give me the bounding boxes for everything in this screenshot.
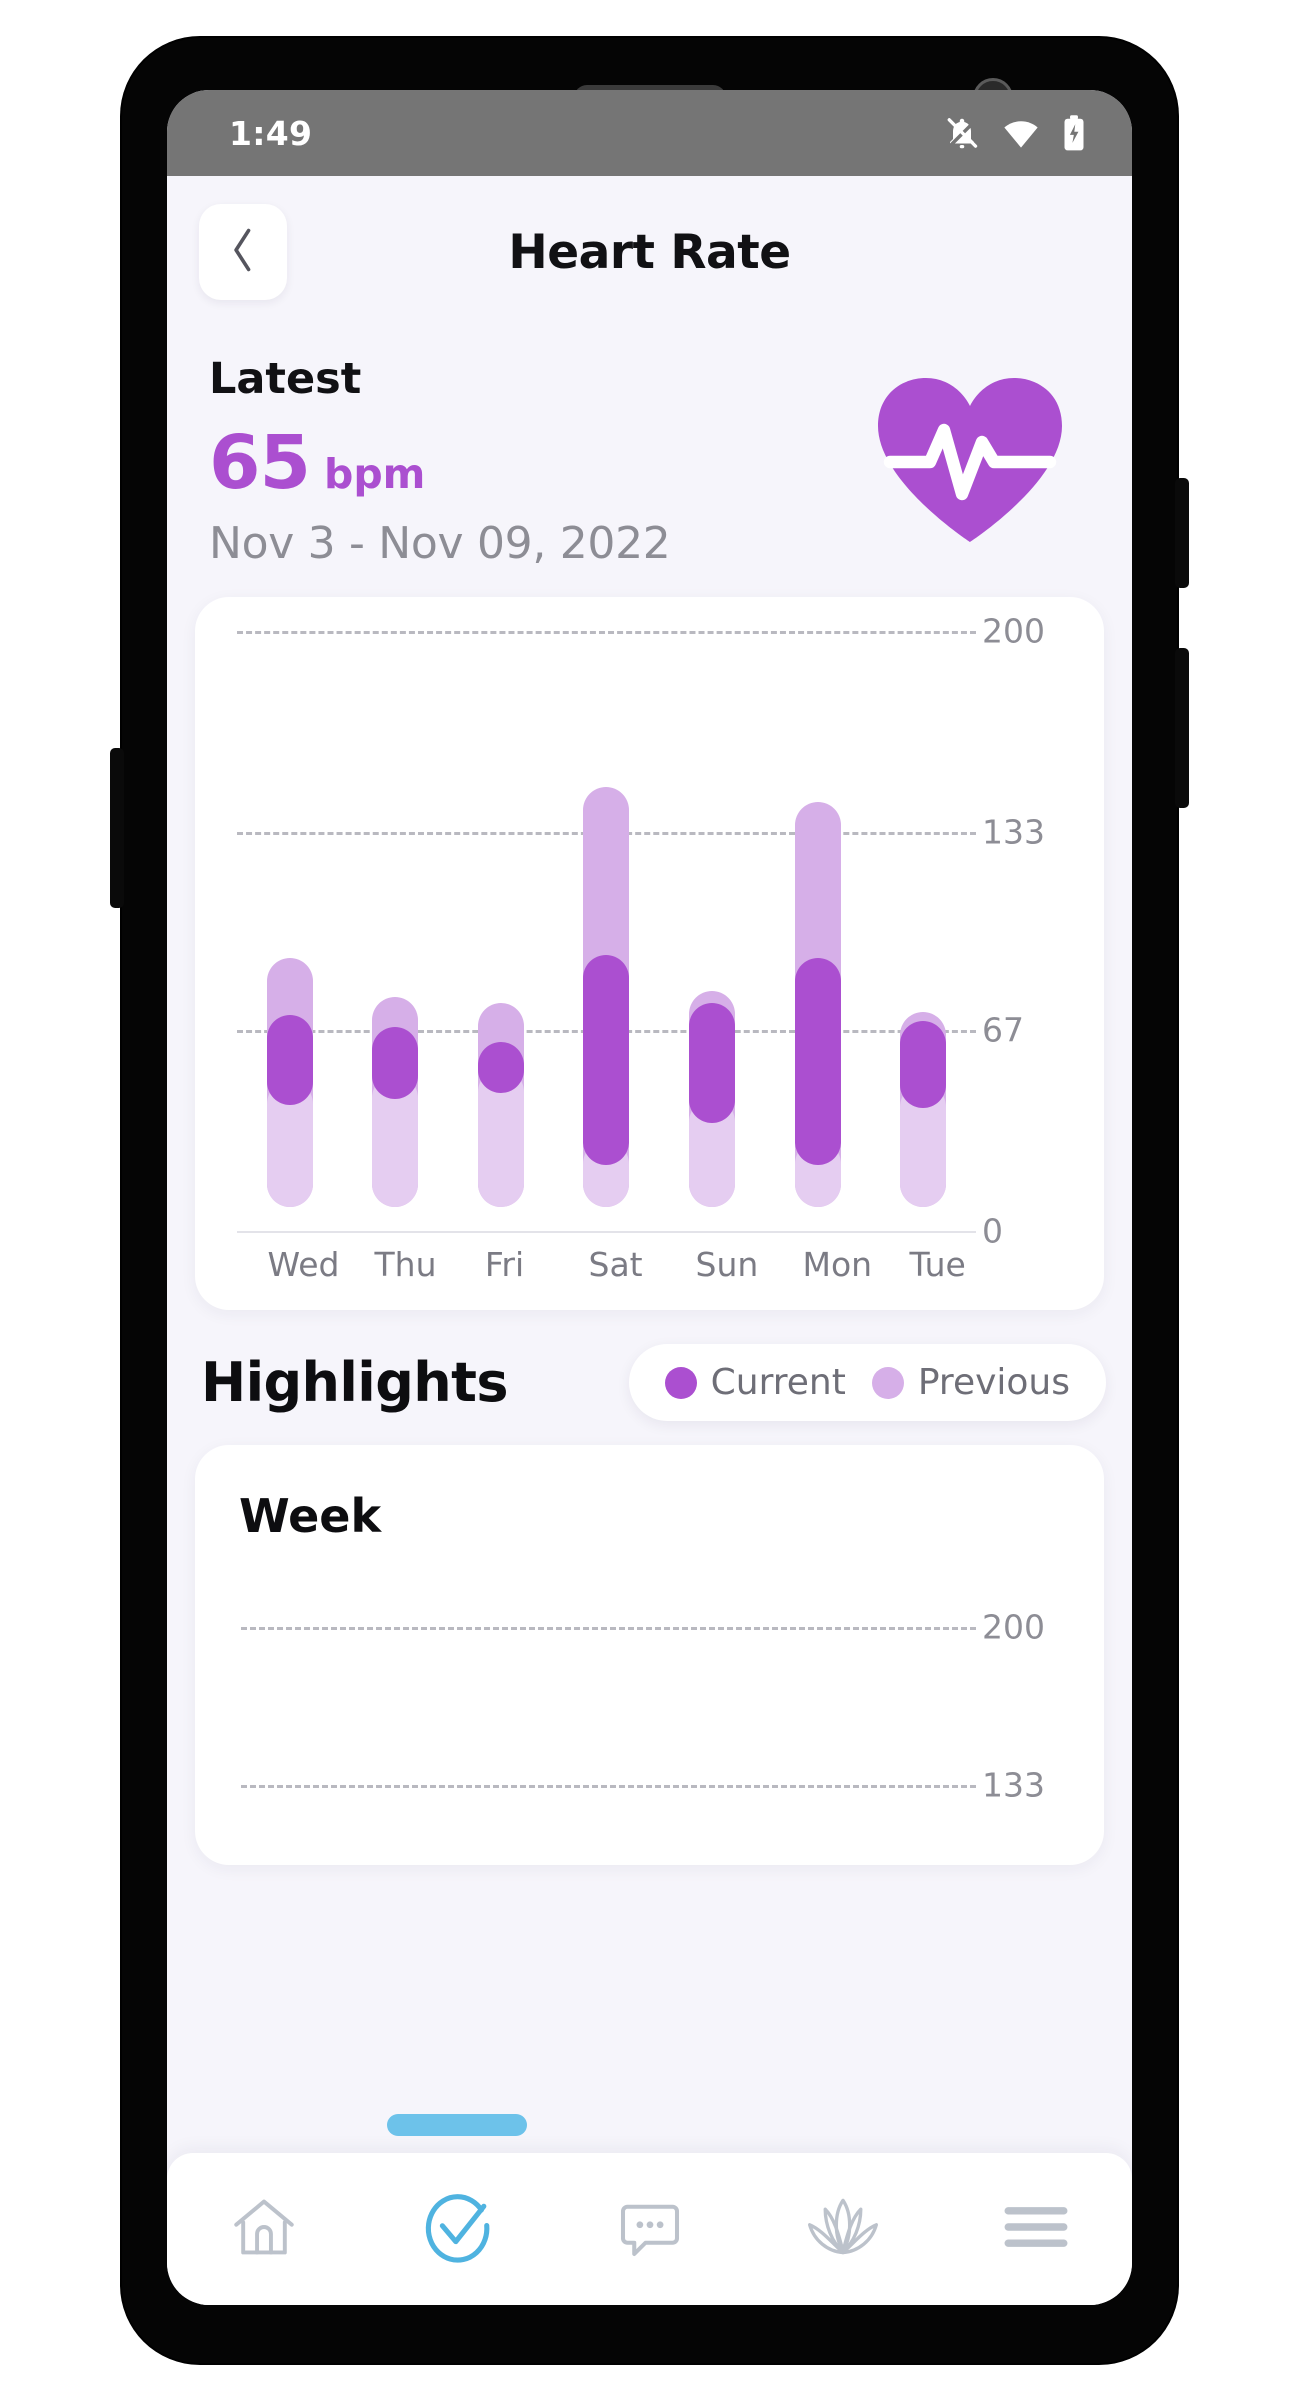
- week-gridline-label-133: 133: [982, 1765, 1045, 1805]
- legend-label-previous: Previous: [917, 1362, 1070, 1403]
- week-gridline-133: [241, 1785, 976, 1788]
- battery-charging-icon: [1062, 114, 1086, 152]
- week-gridline-label-200: 200: [982, 1607, 1045, 1647]
- legend-item-previous[interactable]: Previous: [871, 1362, 1070, 1403]
- gridline-label-67: 67: [982, 1010, 1024, 1050]
- page-title: Heart Rate: [508, 224, 791, 280]
- bar-group-fri[interactable]: [477, 631, 524, 1231]
- nav-item-mindfulness[interactable]: [778, 2190, 908, 2268]
- status-bar: 1:49: [167, 90, 1132, 176]
- x-label-mon: Mon: [802, 1245, 873, 1284]
- x-label-wed: Wed: [267, 1245, 340, 1284]
- lotus-icon: [803, 2190, 883, 2268]
- bar-current-tue: [900, 1021, 947, 1108]
- gridline-label-0: 0: [982, 1211, 1003, 1251]
- bar-group-tue[interactable]: [900, 631, 947, 1231]
- chart-plot-area: 200 133 67 0: [237, 612, 1052, 1251]
- gridline-label-200: 200: [982, 611, 1045, 651]
- latest-value: 65: [209, 420, 311, 506]
- phone-frame: 1:49 Heart Rate Latest 65 bpm Nov 3 - No…: [110, 38, 1189, 2363]
- chart-x-axis: Wed Thu Fri Sat Sun Mon Tue: [237, 1245, 986, 1284]
- bar-current-mon: [794, 958, 841, 1165]
- bar-current-wed: [266, 1015, 313, 1105]
- notifications-off-icon: [944, 115, 980, 151]
- home-icon: [227, 2190, 301, 2268]
- phone-left-button[interactable]: [110, 748, 124, 908]
- legend-dot-previous: [871, 1366, 904, 1399]
- x-label-tue: Tue: [909, 1245, 966, 1284]
- bar-current-fri: [477, 1042, 524, 1093]
- screenshot-stage: 1:49 Heart Rate Latest 65 bpm Nov 3 - No…: [0, 0, 1300, 2400]
- wifi-icon: [1002, 114, 1040, 152]
- week-highlight-card[interactable]: Week 200 133: [195, 1445, 1104, 1865]
- heart-rate-chart-card: 200 133 67 0 Wed Thu Fri Sat Sun Mon Tue: [195, 597, 1104, 1310]
- gridline-label-133: 133: [982, 812, 1045, 852]
- chevron-left-icon: [226, 225, 260, 279]
- bar-group-thu[interactable]: [372, 631, 419, 1231]
- week-chart-plot-area: 200 133: [241, 1587, 1052, 1837]
- heart-pulse-icon: [870, 370, 1070, 550]
- latest-section: Latest 65 bpm Nov 3 - Nov 09, 2022: [167, 328, 1132, 569]
- highlights-title: Highlights: [201, 1351, 508, 1414]
- x-label-sat: Sat: [588, 1245, 643, 1284]
- nav-item-home[interactable]: [199, 2190, 329, 2268]
- nav-item-tasks[interactable]: [386, 2114, 527, 2270]
- legend-label-current: Current: [710, 1362, 846, 1403]
- bottom-navigation: [167, 2114, 1132, 2305]
- legend-dot-current: [664, 1366, 697, 1399]
- status-time: 1:49: [229, 113, 313, 153]
- chart-bars: [237, 631, 976, 1231]
- legend-item-current[interactable]: Current: [664, 1362, 846, 1403]
- x-label-fri: Fri: [484, 1245, 525, 1284]
- nav-item-menu[interactable]: [971, 2198, 1101, 2260]
- bar-group-sun[interactable]: [689, 631, 736, 1231]
- phone-power-button[interactable]: [1175, 478, 1189, 588]
- phone-screen: 1:49 Heart Rate Latest 65 bpm Nov 3 - No…: [167, 90, 1132, 2305]
- nav-active-indicator: [386, 2114, 527, 2136]
- app-header: Heart Rate: [167, 176, 1132, 328]
- bar-group-wed[interactable]: [266, 631, 313, 1231]
- week-card-title: Week: [239, 1489, 382, 1543]
- phone-volume-button[interactable]: [1175, 648, 1189, 808]
- x-label-thu: Thu: [374, 1245, 437, 1284]
- status-icons: [944, 114, 1086, 152]
- bar-group-mon[interactable]: [794, 631, 841, 1231]
- week-gridline-200: [241, 1627, 976, 1630]
- menu-icon: [999, 2198, 1073, 2260]
- highlights-header: Highlights Current Previous: [167, 1310, 1132, 1421]
- gridline-0: [237, 1231, 976, 1233]
- check-circle-icon: [418, 2188, 496, 2270]
- bar-current-thu: [372, 1027, 419, 1099]
- latest-unit: bpm: [323, 450, 426, 498]
- chart-legend[interactable]: Current Previous: [628, 1344, 1106, 1421]
- bar-current-sun: [689, 1003, 736, 1123]
- x-label-sun: Sun: [695, 1245, 759, 1284]
- chat-bubble-icon: [614, 2191, 686, 2267]
- back-button[interactable]: [199, 204, 287, 300]
- bar-group-sat[interactable]: [583, 631, 630, 1231]
- bar-current-sat: [583, 955, 630, 1165]
- nav-item-messages[interactable]: [585, 2191, 715, 2267]
